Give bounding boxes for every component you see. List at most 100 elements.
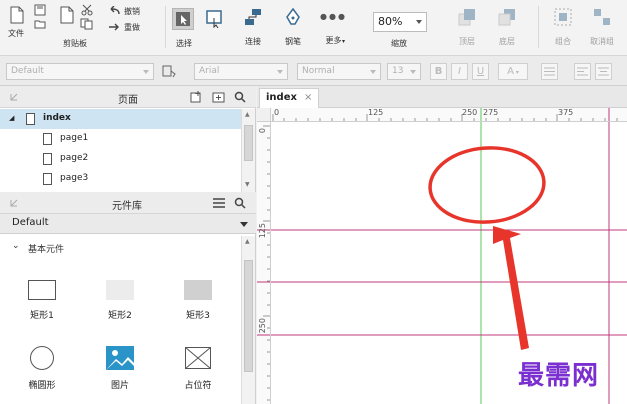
weight-value: Normal bbox=[302, 66, 335, 76]
underline-button[interactable]: U bbox=[472, 63, 489, 80]
library-panel-header: 元件库 bbox=[0, 192, 256, 214]
scroll-up-icon[interactable]: ▲ bbox=[245, 111, 250, 118]
file-button[interactable]: 文件 bbox=[8, 6, 26, 39]
vertical-ruler-ticks bbox=[257, 125, 270, 401]
ungroup-button[interactable]: 取消组 bbox=[590, 8, 614, 47]
font-weight-select[interactable]: Normal bbox=[297, 63, 381, 80]
scroll-down-icon[interactable]: ▼ bbox=[245, 181, 250, 188]
library-select[interactable]: Default bbox=[0, 214, 256, 234]
category-header[interactable]: ⌄ 基本元件 bbox=[0, 236, 241, 258]
add-page-icon[interactable] bbox=[190, 91, 203, 103]
pages-scrollbar[interactable]: ▲ ▼ bbox=[241, 109, 255, 192]
style-select[interactable]: Default bbox=[6, 63, 154, 80]
library-panel-title: 元件库 bbox=[112, 201, 142, 212]
bold-button[interactable]: B bbox=[430, 63, 447, 80]
send-to-back-button[interactable]: 底层 bbox=[498, 8, 516, 47]
close-icon[interactable]: × bbox=[304, 92, 312, 103]
widget-label: 矩形3 bbox=[186, 311, 210, 321]
library-panel: 元件库 Default ⌄ 基本元件 矩形1 矩形2 矩形3 椭圆形 图片 占位… bbox=[0, 192, 256, 404]
paste-button[interactable] bbox=[58, 6, 76, 24]
font-family-select[interactable]: Arial bbox=[194, 63, 288, 80]
ruler-label-375: 375 bbox=[558, 108, 574, 117]
widget-rectangle-3[interactable]: 矩形3 bbox=[168, 278, 228, 322]
zoom-value: 80% bbox=[378, 15, 403, 28]
scroll-up-icon[interactable]: ▲ bbox=[245, 238, 250, 245]
page-label: index bbox=[43, 113, 71, 123]
weight-caret-icon bbox=[370, 70, 376, 74]
bring-to-front-button[interactable]: 顶层 bbox=[458, 8, 476, 47]
menu-icon[interactable] bbox=[213, 198, 225, 208]
cut-icon[interactable] bbox=[80, 4, 94, 16]
redo-button[interactable]: 重做 bbox=[124, 22, 140, 33]
widget-label: 矩形2 bbox=[108, 311, 132, 321]
add-folder-icon[interactable] bbox=[212, 91, 225, 103]
widget-rectangle-2[interactable]: 矩形2 bbox=[90, 278, 150, 322]
widget-placeholder[interactable]: 占位符 bbox=[168, 346, 228, 392]
align-center-button[interactable] bbox=[595, 63, 612, 80]
page-doc-icon bbox=[43, 133, 52, 145]
font-color-label: A bbox=[507, 66, 514, 77]
clipboard-label: 剪贴板 bbox=[63, 39, 87, 48]
tree-expand-icon[interactable]: ◢ bbox=[9, 114, 14, 122]
redo-icon[interactable] bbox=[108, 22, 120, 32]
page-item-index[interactable]: ◢ index bbox=[0, 109, 241, 129]
group-icon bbox=[554, 8, 572, 26]
tab-index[interactable]: index × bbox=[259, 88, 319, 108]
library-scrollbar[interactable]: ▲ bbox=[241, 236, 255, 404]
widget-label: 占位符 bbox=[184, 381, 212, 391]
font-color-button[interactable]: A ▾ bbox=[498, 63, 528, 80]
zoom-select[interactable]: 80% bbox=[373, 12, 427, 32]
select-mode-button[interactable] bbox=[172, 8, 194, 30]
search-icon[interactable] bbox=[234, 197, 246, 209]
undo-icon[interactable] bbox=[108, 6, 120, 16]
group-button[interactable]: 组合 bbox=[554, 8, 572, 47]
connect-button[interactable]: 连接 bbox=[244, 8, 262, 47]
style-toolbar: Default Arial Normal 13 B I U A ▾ bbox=[0, 56, 627, 86]
page-doc-icon bbox=[43, 173, 52, 185]
library-scroll-thumb[interactable] bbox=[244, 260, 253, 372]
page-item-page3[interactable]: page3 bbox=[0, 169, 241, 189]
page-doc-icon bbox=[43, 153, 52, 165]
library-caret-icon bbox=[240, 222, 248, 227]
undo-button[interactable]: 撤销 bbox=[124, 6, 140, 17]
collapse-arrow-icon[interactable] bbox=[10, 199, 18, 207]
connect-label: 连接 bbox=[245, 37, 261, 46]
pages-scroll-thumb[interactable] bbox=[244, 125, 253, 161]
zoom-label: 缩放 bbox=[391, 39, 407, 48]
ruler-corner bbox=[257, 108, 271, 122]
connector-icon bbox=[245, 9, 261, 25]
chevron-down-icon: ⌄ bbox=[12, 241, 20, 251]
ruler-label-250: 250 bbox=[462, 108, 478, 117]
open-folder-icon[interactable] bbox=[34, 18, 46, 30]
page-item-page1[interactable]: page1 bbox=[0, 129, 241, 149]
pen-label: 钢笔 bbox=[285, 37, 301, 46]
horizontal-ruler[interactable]: 0 125 250 275 375 bbox=[271, 108, 627, 122]
pen-button[interactable]: 钢笔 bbox=[284, 8, 302, 47]
image-icon bbox=[106, 346, 134, 370]
list-icon bbox=[544, 67, 555, 76]
search-icon[interactable] bbox=[234, 91, 246, 103]
toolbar-separator bbox=[538, 6, 539, 48]
save-icon[interactable] bbox=[34, 4, 46, 16]
bullet-list-button[interactable] bbox=[541, 63, 558, 80]
pages-panel-header: 页面 bbox=[0, 86, 256, 108]
vertical-ruler[interactable]: 0 125 250 bbox=[257, 122, 271, 404]
file-label: 文件 bbox=[8, 29, 24, 38]
italic-button[interactable]: I bbox=[451, 63, 468, 80]
collapse-arrow-icon[interactable] bbox=[10, 93, 18, 101]
select-intersect-icon[interactable] bbox=[206, 10, 224, 28]
align-left-button[interactable] bbox=[574, 63, 591, 80]
category-label: 基本元件 bbox=[28, 245, 65, 255]
page-item-page2[interactable]: page2 bbox=[0, 149, 241, 169]
font-size-select[interactable]: 13 bbox=[387, 63, 421, 80]
copy-icon[interactable] bbox=[80, 18, 94, 30]
ruler-label-125: 125 bbox=[368, 108, 384, 117]
ungroup-label: 取消组 bbox=[590, 37, 614, 46]
format-painter-icon[interactable] bbox=[162, 65, 176, 78]
widget-image[interactable]: 图片 bbox=[90, 346, 150, 392]
rectangle-outline-icon bbox=[28, 280, 56, 300]
widget-rectangle-1[interactable]: 矩形1 bbox=[12, 278, 72, 322]
canvas-tab-bar: index × bbox=[257, 86, 627, 108]
widget-ellipse[interactable]: 椭圆形 bbox=[12, 346, 72, 392]
watermark-logo: 最需网 bbox=[518, 361, 600, 391]
